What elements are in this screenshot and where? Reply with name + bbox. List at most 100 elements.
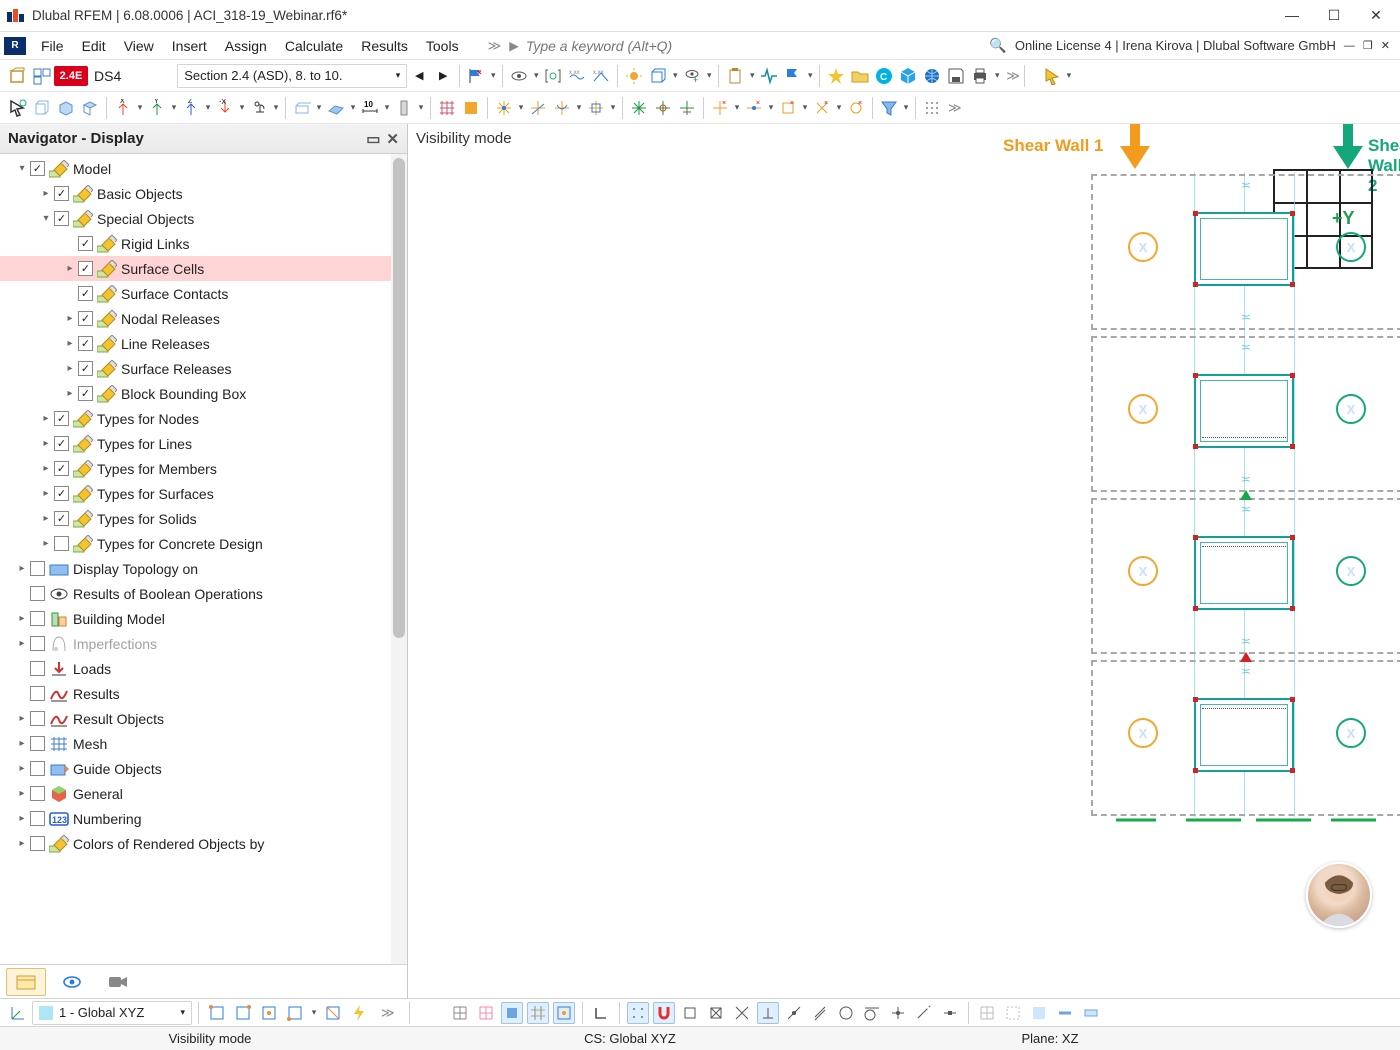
flag-nav-icon[interactable]: [782, 65, 804, 87]
star-x4-icon[interactable]: ×: [811, 97, 833, 119]
sun-icon[interactable]: [623, 65, 645, 87]
tree-node[interactable]: ▸Types for Members: [0, 456, 407, 481]
keyword-search-input[interactable]: [524, 37, 784, 55]
tree-node[interactable]: Results of Boolean Operations: [0, 581, 407, 606]
wire-cube-icon[interactable]: [31, 97, 53, 119]
tree-checkbox[interactable]: [78, 261, 93, 276]
snap-ext-icon[interactable]: [913, 1002, 935, 1024]
navigator-close-icon[interactable]: ✕: [386, 130, 399, 148]
open-cube-icon[interactable]: [79, 97, 101, 119]
prev-section-icon[interactable]: ◀: [408, 65, 430, 87]
tree-checkbox[interactable]: [54, 186, 69, 201]
snap-grid-icon[interactable]: [627, 1002, 649, 1024]
axis-z-icon[interactable]: Z: [180, 97, 202, 119]
grid-small2-icon[interactable]: [1002, 1002, 1024, 1024]
grid-d-icon[interactable]: [527, 1002, 549, 1024]
folder-open-icon[interactable]: [849, 65, 871, 87]
snap-int-icon[interactable]: [887, 1002, 909, 1024]
grid-small4-icon[interactable]: [1054, 1002, 1076, 1024]
column-section-icon[interactable]: [393, 97, 415, 119]
grid-small1-icon[interactable]: [976, 1002, 998, 1024]
dim-10-icon[interactable]: 10: [359, 97, 381, 119]
flag-red-x-icon[interactable]: ×: [465, 65, 487, 87]
bolt-icon[interactable]: [348, 1002, 370, 1024]
keyword-search[interactable]: [523, 35, 823, 57]
tree-checkbox[interactable]: [54, 436, 69, 451]
tree-checkbox[interactable]: [78, 386, 93, 401]
menu-overflow-icon[interactable]: ≫: [488, 38, 502, 54]
mdi-close-icon[interactable]: ✕: [1381, 39, 1390, 52]
deform-xx2-icon[interactable]: x.xx: [590, 65, 612, 87]
print-icon[interactable]: [969, 65, 991, 87]
tree-node[interactable]: ▸Surface Cells: [0, 256, 407, 281]
microscope-icon[interactable]: [248, 97, 270, 119]
window-minimize-button[interactable]: —: [1282, 7, 1302, 24]
tree-node[interactable]: Rigid Links: [0, 231, 407, 256]
tree-checkbox[interactable]: [30, 761, 45, 776]
menu-edit[interactable]: Edit: [73, 35, 115, 57]
mesh-grid-icon[interactable]: [436, 97, 458, 119]
tree-node[interactable]: ▸Colors of Rendered Objects by: [0, 831, 407, 856]
tree-scrollbar[interactable]: [391, 154, 407, 964]
tree-checkbox[interactable]: [30, 836, 45, 851]
views-cube-icon[interactable]: [647, 65, 669, 87]
star-green1-icon[interactable]: [628, 97, 650, 119]
tree-node[interactable]: ▾Special Objects: [0, 206, 407, 231]
mdi-restore-icon[interactable]: ❐: [1363, 39, 1373, 52]
menu-results[interactable]: Results: [352, 35, 417, 57]
tree-node[interactable]: ▸Types for Nodes: [0, 406, 407, 431]
axis-x-icon[interactable]: X: [112, 97, 134, 119]
snap-rect-x-icon[interactable]: [705, 1002, 727, 1024]
grid-small5-icon[interactable]: [1080, 1002, 1102, 1024]
magnet-icon[interactable]: [653, 1002, 675, 1024]
surface-icon[interactable]: [325, 97, 347, 119]
menu-calculate[interactable]: Calculate: [276, 35, 352, 57]
tree-checkbox[interactable]: [78, 336, 93, 351]
section-combo[interactable]: Section 2.4 (ASD), 8. to 10. ▾: [177, 64, 407, 88]
tree-node[interactable]: ▸Mesh: [0, 731, 407, 756]
tree-checkbox[interactable]: [30, 736, 45, 751]
corner-l-icon[interactable]: [590, 1002, 612, 1024]
tree-node[interactable]: Results: [0, 681, 407, 706]
tree-node[interactable]: ▸General: [0, 781, 407, 806]
eye-dash-icon[interactable]: [508, 65, 530, 87]
tree-node[interactable]: ▸Guide Objects: [0, 756, 407, 781]
navigator-dock-icon[interactable]: ▭: [366, 130, 380, 148]
tree-checkbox[interactable]: [30, 636, 45, 651]
star-burst4-icon[interactable]: [585, 97, 607, 119]
tree-checkbox[interactable]: [30, 686, 45, 701]
next-section-icon[interactable]: ▶: [432, 65, 454, 87]
window-close-button[interactable]: ✕: [1366, 7, 1386, 24]
tree-checkbox[interactable]: [54, 536, 69, 551]
snap-rect-icon[interactable]: [679, 1002, 701, 1024]
window-maximize-button[interactable]: ☐: [1324, 7, 1344, 24]
save-icon[interactable]: [945, 65, 967, 87]
viewport-3d[interactable]: Visibility mode Shear Wall 1 Shear Wall …: [408, 124, 1400, 998]
star-yellow-icon[interactable]: [825, 65, 847, 87]
status-overflow1-icon[interactable]: ≫: [381, 1005, 395, 1021]
tree-node[interactable]: ▾Model: [0, 156, 407, 181]
tree-node[interactable]: ▸Surface Releases: [0, 356, 407, 381]
badge-24e[interactable]: 2.4E: [54, 66, 88, 86]
tree-checkbox[interactable]: [30, 611, 45, 626]
star-burst1-icon[interactable]: [493, 97, 515, 119]
tree-node[interactable]: ▸Imperfections: [0, 631, 407, 656]
grid-b-icon[interactable]: [475, 1002, 497, 1024]
license-search-icon[interactable]: 🔍: [989, 37, 1006, 54]
arrow-select-icon[interactable]: [7, 97, 29, 119]
tree-node[interactable]: ▸123Numbering: [0, 806, 407, 831]
star-green2-icon[interactable]: [652, 97, 674, 119]
play-icon[interactable]: ▶: [509, 38, 519, 53]
eye-plus-icon[interactable]: +: [681, 65, 703, 87]
mdi-minimize-icon[interactable]: —: [1344, 40, 1355, 52]
tree-checkbox[interactable]: [54, 486, 69, 501]
tree-node[interactable]: ▸Building Model: [0, 606, 407, 631]
grid-dots-icon[interactable]: [921, 97, 943, 119]
snap-cube1-icon[interactable]: [206, 1002, 228, 1024]
cs-combo[interactable]: 1 - Global XYZ ▾: [32, 1001, 192, 1025]
tree-node[interactable]: Loads: [0, 656, 407, 681]
star-green3-icon[interactable]: [676, 97, 698, 119]
funnel-icon[interactable]: [878, 97, 900, 119]
menu-assign[interactable]: Assign: [216, 35, 276, 57]
tree-node[interactable]: ▸Result Objects: [0, 706, 407, 731]
